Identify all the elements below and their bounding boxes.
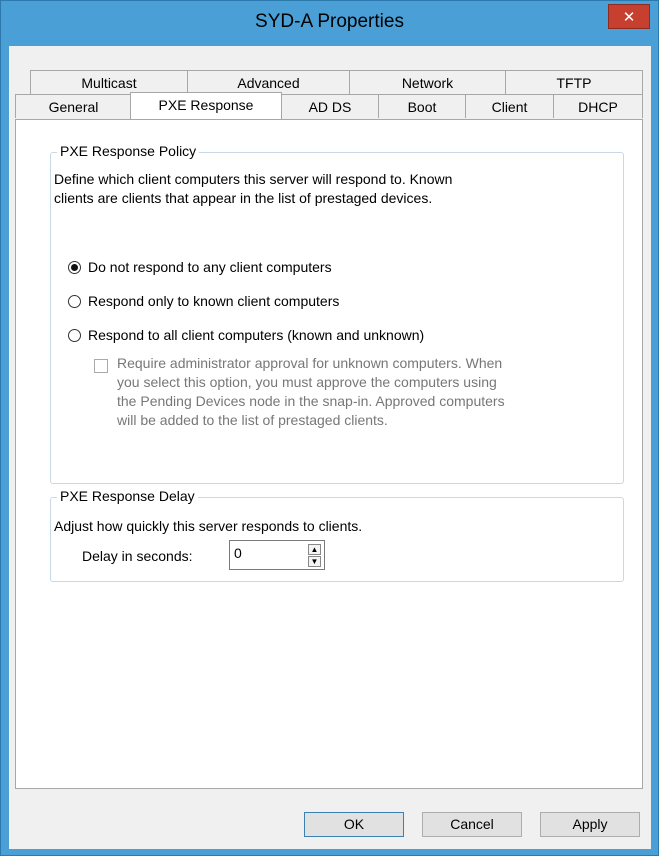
delay-group-title: PXE Response Delay bbox=[57, 488, 198, 504]
approval-label-line: you select this option, you must approve… bbox=[117, 374, 497, 390]
radio-label: Respond only to known client computers bbox=[88, 293, 340, 309]
tab-pxe-response[interactable]: PXE Response bbox=[130, 92, 282, 119]
properties-dialog: SYD-A Properties ✕ Multicast Advanced Ne… bbox=[0, 0, 659, 856]
policy-group-title: PXE Response Policy bbox=[57, 143, 200, 159]
radio-button[interactable] bbox=[68, 294, 81, 308]
policy-description-line: clients are clients that appear in the l… bbox=[54, 190, 433, 206]
cancel-button[interactable]: Cancel bbox=[422, 812, 522, 837]
spin-up-button[interactable]: ▲ bbox=[308, 544, 321, 555]
radio-all-clients[interactable]: Respond to all client computers (known a… bbox=[68, 326, 424, 344]
apply-button[interactable]: Apply bbox=[540, 812, 640, 837]
tab-dhcp[interactable]: DHCP bbox=[553, 94, 643, 118]
approval-label-line: Require administrator approval for unkno… bbox=[117, 355, 503, 371]
radio-label: Do not respond to any client computers bbox=[88, 259, 332, 275]
policy-group: PXE Response Policy Define which client … bbox=[50, 143, 624, 484]
spin-down-button[interactable]: ▼ bbox=[308, 556, 321, 567]
close-icon: ✕ bbox=[622, 8, 636, 26]
pxe-response-panel: PXE Response Policy Define which client … bbox=[15, 119, 643, 789]
radio-no-response[interactable]: Do not respond to any client computers bbox=[68, 258, 332, 276]
policy-description: Define which client computers this serve… bbox=[54, 170, 452, 208]
tab-tftp[interactable]: TFTP bbox=[505, 70, 643, 94]
tab-boot[interactable]: Boot bbox=[378, 94, 466, 118]
approval-label-line: the Pending Devices node in the snap-in.… bbox=[117, 393, 505, 409]
radio-label: Respond to all client computers (known a… bbox=[88, 327, 425, 343]
delay-label: Delay in seconds: bbox=[82, 548, 193, 564]
radio-button[interactable] bbox=[68, 328, 81, 342]
radio-known-only[interactable]: Respond only to known client computers bbox=[68, 292, 339, 310]
approval-label-line: will be added to the list of prestaged c… bbox=[117, 412, 388, 428]
dialog-body: Multicast Advanced Network TFTP General … bbox=[9, 46, 651, 849]
tab-client[interactable]: Client bbox=[465, 94, 554, 118]
approval-label: Require administrator approval for unkno… bbox=[117, 354, 505, 430]
tab-ad-ds[interactable]: AD DS bbox=[281, 94, 379, 118]
close-button[interactable]: ✕ bbox=[608, 4, 650, 29]
window-title: SYD-A Properties bbox=[255, 11, 404, 32]
tab-advanced[interactable]: Advanced bbox=[187, 70, 350, 94]
chevron-up-icon: ▲ bbox=[310, 545, 319, 554]
policy-description-line: Define which client computers this serve… bbox=[54, 171, 453, 187]
ok-button[interactable]: OK bbox=[304, 812, 404, 837]
delay-spinner[interactable]: 0 ▲ ▼ bbox=[229, 540, 325, 570]
title-bar[interactable]: SYD-A Properties ✕ bbox=[1, 1, 658, 45]
tab-multicast[interactable]: Multicast bbox=[30, 70, 188, 94]
delay-group: PXE Response Delay Adjust how quickly th… bbox=[50, 488, 624, 582]
delay-description: Adjust how quickly this server responds … bbox=[54, 518, 363, 534]
radio-button[interactable] bbox=[68, 260, 81, 274]
tab-network[interactable]: Network bbox=[349, 70, 506, 94]
approval-checkbox[interactable] bbox=[94, 359, 108, 373]
delay-value[interactable]: 0 bbox=[234, 545, 242, 561]
chevron-down-icon: ▼ bbox=[310, 557, 319, 566]
tab-general[interactable]: General bbox=[15, 94, 132, 118]
